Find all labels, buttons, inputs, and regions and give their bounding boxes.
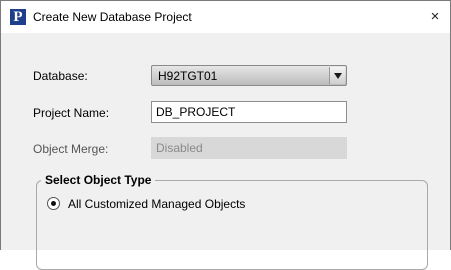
create-project-dialog: P Create New Database Project × Database…	[0, 0, 451, 270]
dropdown-arrow-icon[interactable]	[329, 67, 345, 84]
window-title: Create New Database Project	[33, 10, 192, 24]
close-button[interactable]: ×	[420, 1, 450, 33]
object-merge-input	[151, 137, 347, 159]
all-customized-radio[interactable]	[47, 197, 60, 210]
all-customized-radio-label[interactable]: All Customized Managed Objects	[68, 197, 245, 211]
object-merge-label: Object Merge:	[33, 142, 109, 156]
database-selected-value: H92TGT01	[158, 69, 218, 83]
database-select[interactable]: H92TGT01	[151, 65, 347, 86]
object-type-group	[36, 180, 428, 270]
object-type-group-title: Select Object Type	[41, 173, 156, 187]
project-name-input[interactable]	[151, 101, 347, 123]
database-label: Database:	[33, 69, 88, 83]
title-bar: P Create New Database Project ×	[1, 1, 450, 33]
app-logo-icon: P	[10, 9, 26, 25]
project-name-label: Project Name:	[33, 106, 110, 120]
